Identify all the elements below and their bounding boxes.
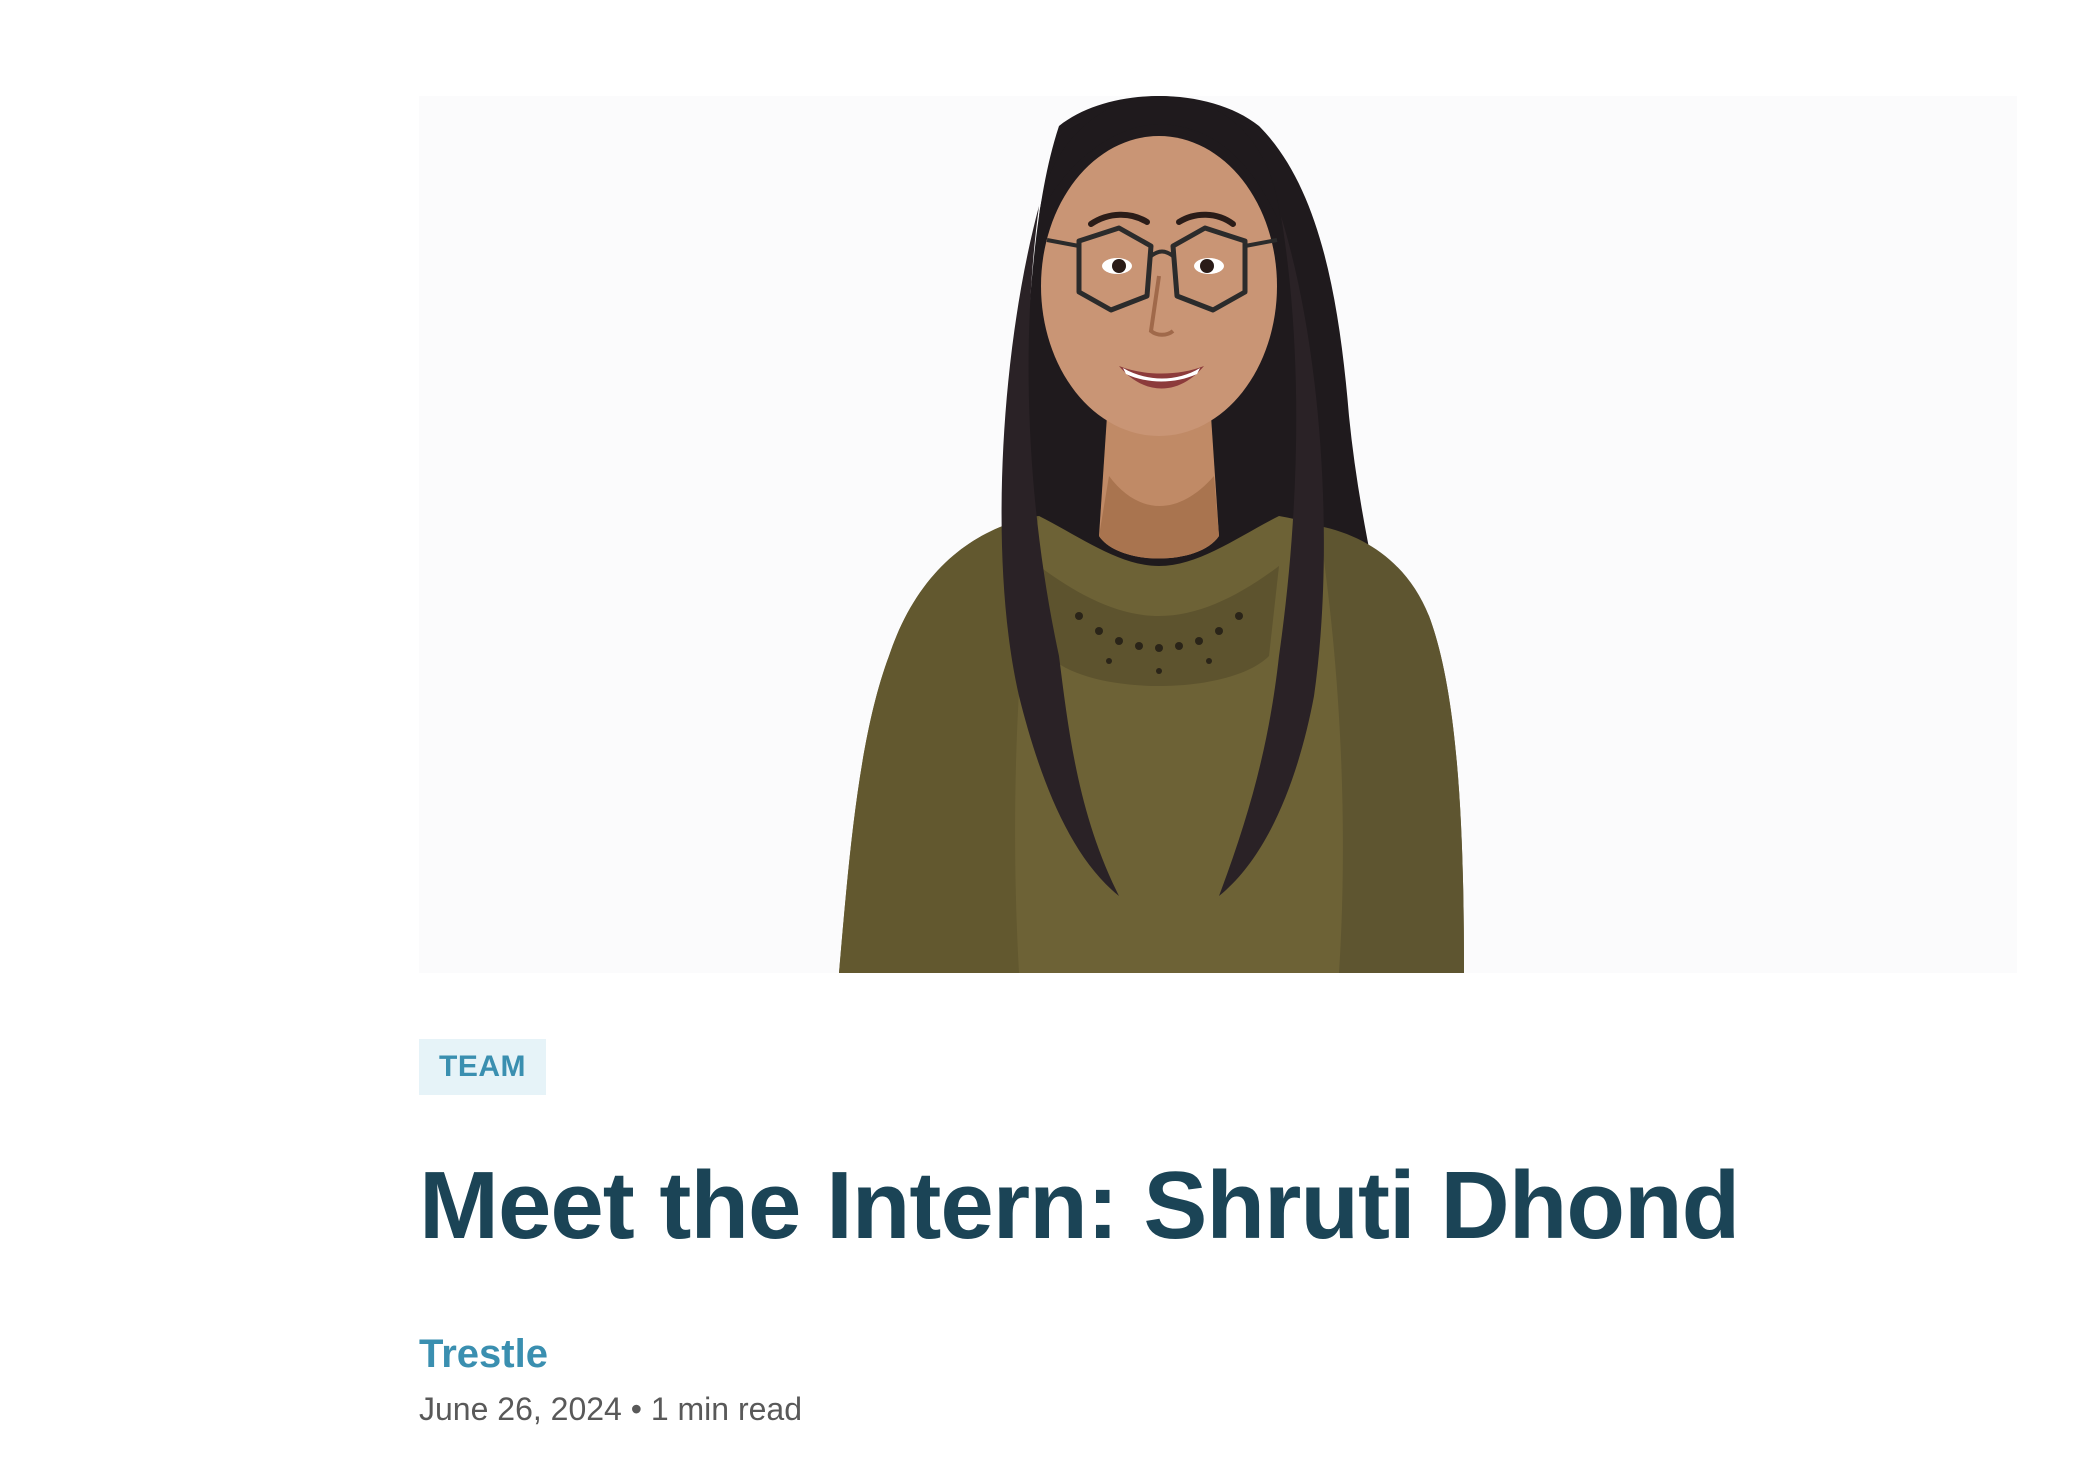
article-page: TEAM Meet the Intern: Shruti Dhond Trest… (0, 0, 2096, 1468)
article-title: Meet the Intern: Shruti Dhond (419, 1152, 1740, 1259)
author-link[interactable]: Trestle (419, 1330, 548, 1378)
read-time: 1 min read (650, 1391, 803, 1427)
article-meta: June 26, 2024 • 1 min read (419, 1389, 802, 1429)
publish-date: June 26, 2024 (419, 1391, 622, 1427)
hero-image (419, 96, 2017, 973)
portrait-photo (419, 96, 2017, 973)
meta-separator: • (630, 1391, 642, 1427)
category-tag[interactable]: TEAM (419, 1039, 546, 1095)
